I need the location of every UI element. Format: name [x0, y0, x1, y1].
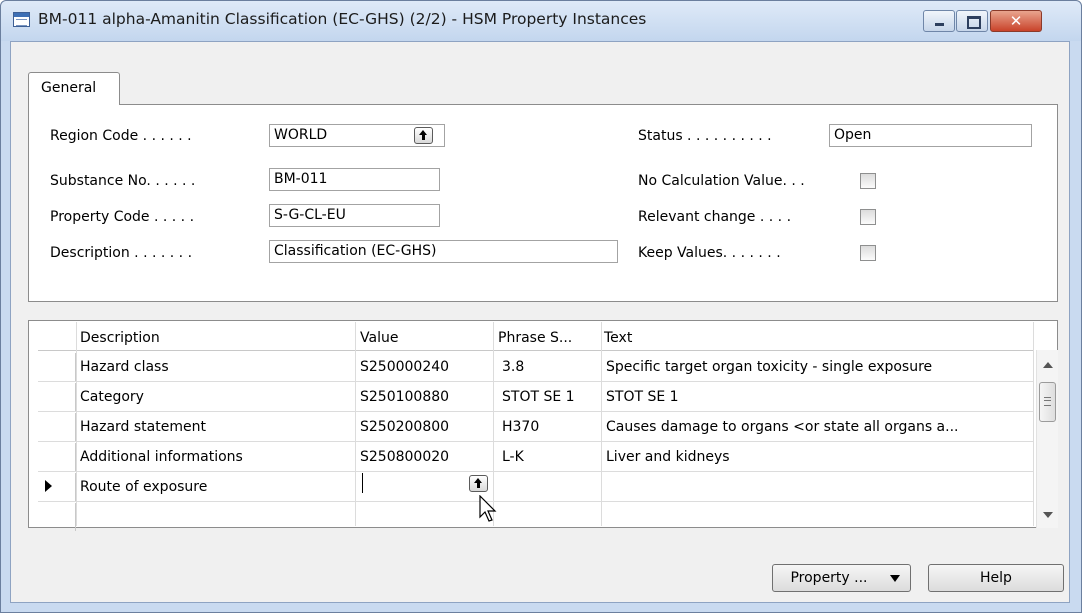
substance-no-value: BM-011	[274, 171, 328, 187]
window-title: BM-011 alpha-Amanitin Classification (EC…	[38, 10, 647, 28]
scroll-down-icon[interactable]	[1043, 512, 1053, 518]
no-calculation-value-checkbox[interactable]	[860, 173, 876, 189]
text-caret	[362, 473, 363, 493]
cell-description[interactable]: Category	[80, 389, 350, 405]
status-value: Open	[834, 127, 872, 143]
grid-line	[355, 322, 356, 526]
grid-line	[38, 501, 1033, 502]
description-field[interactable]: Classification (EC-GHS)	[269, 240, 618, 263]
keep-values-checkbox[interactable]	[860, 245, 876, 261]
status-label: Status . . . . . . . . . .	[638, 128, 772, 144]
close-button[interactable]: ✕	[990, 10, 1042, 32]
no-calculation-value-label: No Calculation Value. . .	[638, 173, 805, 189]
maximize-icon	[967, 16, 981, 29]
substance-no-label: Substance No. . . . . .	[50, 173, 196, 189]
grid-line	[38, 411, 1033, 412]
cell-phrase[interactable]: L-K	[502, 449, 598, 465]
cell-text[interactable]: Liver and kidneys	[606, 449, 1031, 465]
chevron-down-icon	[890, 575, 900, 582]
column-header-text[interactable]: Text	[604, 330, 632, 346]
minimize-button[interactable]	[923, 10, 955, 32]
cell-text[interactable]: Causes damage to organs <or state all or…	[606, 419, 1031, 435]
cell-value[interactable]: S250800020	[360, 449, 490, 465]
region-code-label: Region Code . . . . . .	[50, 128, 192, 144]
cell-value[interactable]: S250100880	[360, 389, 490, 405]
property-code-field[interactable]: S-G-CL-EU	[269, 204, 440, 227]
grid-line	[38, 471, 1033, 472]
help-button[interactable]: Help	[928, 564, 1064, 592]
cell-phrase[interactable]: STOT SE 1	[502, 389, 598, 405]
cell-phrase[interactable]: H370	[502, 419, 598, 435]
maximize-button[interactable]	[956, 10, 988, 32]
cell-text[interactable]: STOT SE 1	[606, 389, 1031, 405]
relevant-change-label: Relevant change . . . .	[638, 209, 792, 225]
row-selector[interactable]	[38, 503, 76, 531]
relevant-change-checkbox[interactable]	[860, 209, 876, 225]
column-header-description[interactable]: Description	[80, 330, 160, 346]
row-selector[interactable]	[38, 413, 76, 441]
cell-description[interactable]: Route of exposure	[80, 479, 350, 495]
cell-value[interactable]: S250000240	[360, 359, 490, 375]
grid-header-divider	[38, 350, 1033, 351]
lookup-arrow-icon[interactable]	[469, 475, 488, 492]
close-icon: ✕	[1009, 12, 1023, 30]
cell-description[interactable]: Hazard statement	[80, 419, 350, 435]
region-code-value: WORLD	[274, 127, 328, 143]
grid-line	[38, 381, 1033, 382]
status-field[interactable]: Open	[829, 124, 1032, 147]
grid-line	[38, 441, 1033, 442]
description-label: Description . . . . . . .	[50, 245, 193, 261]
grid-line	[76, 322, 77, 526]
mouse-pointer-icon	[479, 495, 497, 522]
column-header-phrase[interactable]: Phrase S...	[498, 330, 572, 346]
property-code-value: S-G-CL-EU	[274, 207, 346, 223]
row-selector-current[interactable]	[38, 473, 76, 501]
row-selector[interactable]	[38, 383, 76, 411]
cell-description[interactable]: Additional informations	[80, 449, 350, 465]
row-selector[interactable]	[38, 353, 76, 381]
property-code-label: Property Code . . . . .	[50, 209, 195, 225]
property-menu-button[interactable]: Property ...	[772, 564, 911, 592]
scroll-thumb[interactable]	[1039, 382, 1056, 422]
scroll-up-icon[interactable]	[1043, 362, 1053, 368]
grid-line	[601, 322, 602, 526]
help-button-label: Help	[980, 570, 1012, 586]
cell-phrase[interactable]: 3.8	[502, 359, 598, 375]
grid-vertical-scrollbar[interactable]	[1036, 350, 1058, 528]
description-value: Classification (EC-GHS)	[274, 243, 437, 259]
minimize-icon	[935, 23, 944, 26]
keep-values-label: Keep Values. . . . . . .	[638, 245, 781, 261]
form-icon	[13, 12, 30, 27]
substance-no-field[interactable]: BM-011	[269, 168, 440, 191]
grid-line	[1033, 322, 1034, 526]
cell-value[interactable]: S250200800	[360, 419, 490, 435]
column-header-value[interactable]: Value	[360, 330, 398, 346]
tab-general[interactable]: General	[28, 72, 120, 105]
cell-description[interactable]: Hazard class	[80, 359, 350, 375]
property-button-label: Property ...	[790, 570, 868, 586]
row-selector[interactable]	[38, 443, 76, 471]
cell-text[interactable]: Specific target organ toxicity - single …	[606, 359, 1031, 375]
lookup-arrow-icon[interactable]	[414, 127, 433, 144]
title-bar[interactable]: BM-011 alpha-Amanitin Classification (EC…	[1, 1, 1081, 41]
current-row-icon	[45, 480, 52, 492]
